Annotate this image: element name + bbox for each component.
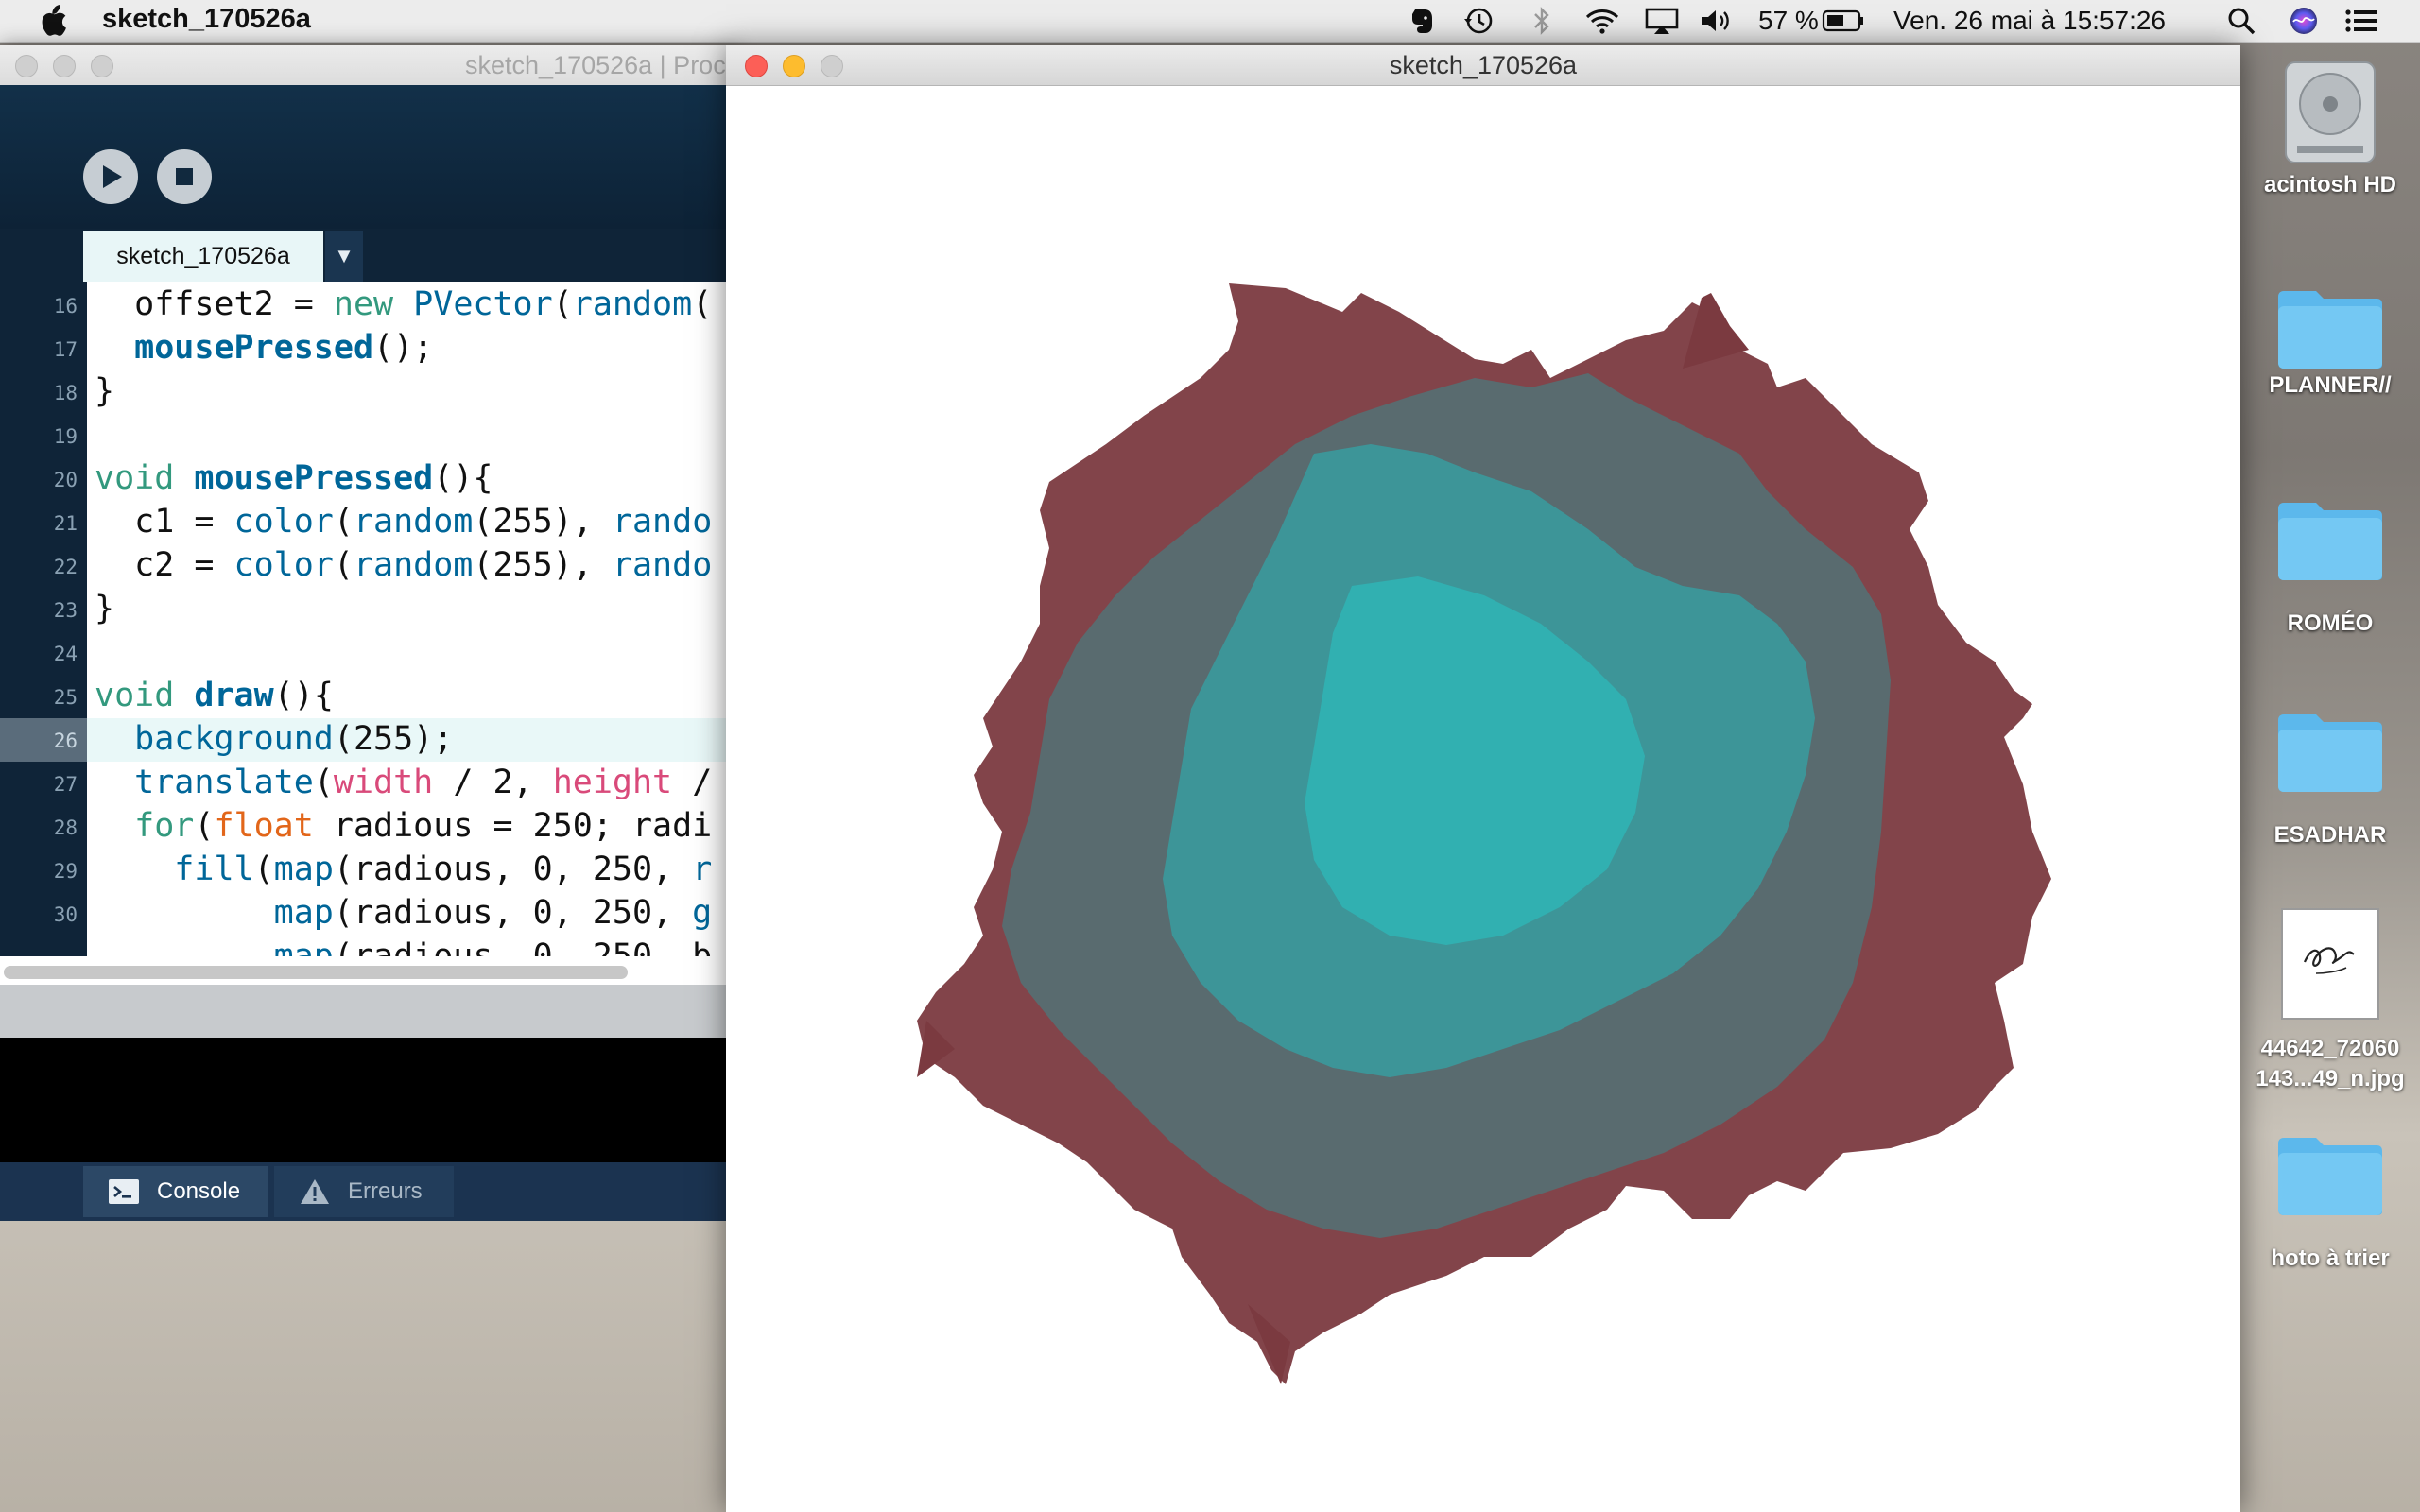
- tab-console[interactable]: Console: [83, 1166, 268, 1217]
- minimize-button[interactable]: [53, 55, 76, 77]
- line-number: 20: [53, 469, 78, 491]
- line-number: 21: [53, 512, 78, 535]
- line-number: 27: [53, 773, 78, 796]
- code-line: for(float radious = 250; radi: [134, 807, 713, 845]
- run-button[interactable]: [83, 149, 138, 204]
- desktop-item-planner[interactable]: PLANNER//: [2240, 284, 2420, 401]
- line-number: 30: [53, 903, 78, 926]
- line-number: 19: [53, 425, 78, 448]
- close-button[interactable]: [15, 55, 38, 77]
- line-number: 23: [53, 599, 78, 622]
- desktop-item-macintosh-hd[interactable]: acintosh HD: [2240, 57, 2420, 200]
- spotlight-icon[interactable]: [2225, 4, 2257, 38]
- errors-tab-label: Erreurs: [348, 1178, 423, 1204]
- code-line: map(radious, 0, 250, g: [273, 894, 713, 932]
- desktop-item-label: acintosh HD: [2263, 172, 2396, 198]
- apple-icon[interactable]: [36, 4, 68, 38]
- desktop-item-label: ROMÉO: [2287, 610, 2374, 636]
- image-file-icon: [2281, 908, 2379, 1020]
- code-line: translate(width / 2, height /: [134, 764, 713, 801]
- console-tab-bar: Console Erreurs: [0, 1162, 737, 1221]
- line-number: 29: [53, 860, 78, 883]
- horizontal-scrollbar[interactable]: [0, 956, 737, 985]
- line-number: 18: [53, 382, 78, 404]
- folder-icon: [2278, 1138, 2382, 1215]
- sketch-output-window: sketch_170526a: [726, 45, 2240, 1512]
- stop-button[interactable]: [157, 149, 212, 204]
- line-number: 17: [53, 338, 78, 361]
- notification-center-icon[interactable]: [2342, 4, 2380, 38]
- code-line: }: [95, 590, 115, 627]
- bluetooth-icon[interactable]: [1528, 4, 1556, 38]
- ide-toolbar: [0, 85, 737, 229]
- volume-icon[interactable]: [1698, 4, 1736, 38]
- line-number: 24: [53, 643, 78, 665]
- desktop-item-label: hoto à trier: [2271, 1246, 2390, 1271]
- console-tab-label: Console: [157, 1178, 241, 1204]
- tab-sketch[interactable]: sketch_170526a: [83, 231, 323, 282]
- desktop-item-image-file[interactable]: 44642_72060 143...49_n.jpg: [2240, 907, 2420, 1094]
- desktop-item-label-line2: 143...49_n.jpg: [2256, 1066, 2405, 1091]
- console-output[interactable]: [0, 1038, 737, 1162]
- app-name-menu[interactable]: sketch_170526a: [102, 4, 311, 35]
- code-line: offset2 = new PVector(random(: [95, 285, 713, 323]
- code-line: mousePressed();: [134, 329, 434, 367]
- code-line: fill(map(radious, 0, 250, r: [174, 850, 713, 888]
- folder-icon: [2278, 291, 2382, 369]
- time-machine-icon[interactable]: [1461, 4, 1495, 38]
- sketch-window-title: sketch_170526a: [1389, 51, 1578, 79]
- console-icon: [109, 1179, 139, 1204]
- siri-icon[interactable]: [2288, 4, 2320, 38]
- airplay-icon[interactable]: [1643, 4, 1681, 38]
- code-line: map(radious, 0, 250, b: [273, 937, 713, 956]
- tab-menu-button[interactable]: ▼: [325, 231, 363, 282]
- evernote-icon[interactable]: [1409, 4, 1437, 38]
- warning-icon: [301, 1179, 329, 1204]
- play-icon: [103, 165, 122, 188]
- line-number: 26: [53, 730, 78, 752]
- sketch-titlebar[interactable]: sketch_170526a: [726, 45, 2240, 86]
- scrollbar-thumb[interactable]: [4, 966, 628, 979]
- menu-bar: sketch_170526a 57 % Ven. 26 mai à 15:57:…: [0, 0, 2420, 43]
- code-line: c2 = color(random(255), rando: [95, 546, 713, 584]
- menubar-clock[interactable]: Ven. 26 mai à 15:57:26: [1893, 6, 2166, 36]
- line-number: 16: [53, 295, 78, 318]
- hard-drive-icon: [2285, 61, 2376, 163]
- desktop-item-esadhar[interactable]: ESADHAR: [2240, 707, 2420, 850]
- desktop-item-photo-a-trier[interactable]: hoto à trier: [2240, 1130, 2420, 1274]
- zoom-button[interactable]: [91, 55, 113, 77]
- line-number: 28: [53, 816, 78, 839]
- message-area: [0, 985, 737, 1038]
- code-editor[interactable]: 16 17 18 19 20 21 22 23 24 25 26 27 28 2…: [0, 282, 737, 956]
- code-line: void draw(){: [95, 677, 334, 714]
- desktop-item-label: PLANNER//: [2269, 372, 2392, 398]
- desktop-item-label: ESADHAR: [2273, 822, 2387, 848]
- code-line: void mousePressed(){: [95, 459, 493, 497]
- battery-icon[interactable]: [1821, 4, 1866, 38]
- desktop-item-romeo[interactable]: ROMÉO: [2240, 495, 2420, 639]
- code-line: }: [95, 372, 115, 410]
- ide-window-title: sketch_170526a | Proc: [465, 51, 726, 79]
- code-line: c1 = color(random(255), rando: [95, 503, 713, 541]
- folder-icon: [2278, 714, 2382, 792]
- code-line-current: background(255);: [134, 720, 454, 758]
- wifi-icon[interactable]: [1582, 4, 1622, 38]
- line-number: 25: [53, 686, 78, 709]
- battery-percent: 57 %: [1758, 6, 1819, 35]
- folder-icon: [2278, 503, 2382, 580]
- processing-ide-window: sketch_170526a | Proc sketch_170526a ▼ 1…: [0, 45, 737, 1221]
- desktop-item-label: 44642_72060: [2260, 1036, 2400, 1061]
- sketch-canvas-blob[interactable]: [726, 85, 2240, 1512]
- stop-icon: [176, 168, 193, 185]
- line-number: 22: [53, 556, 78, 578]
- tab-errors[interactable]: Erreurs: [274, 1166, 454, 1217]
- ide-titlebar[interactable]: sketch_170526a | Proc: [0, 45, 737, 86]
